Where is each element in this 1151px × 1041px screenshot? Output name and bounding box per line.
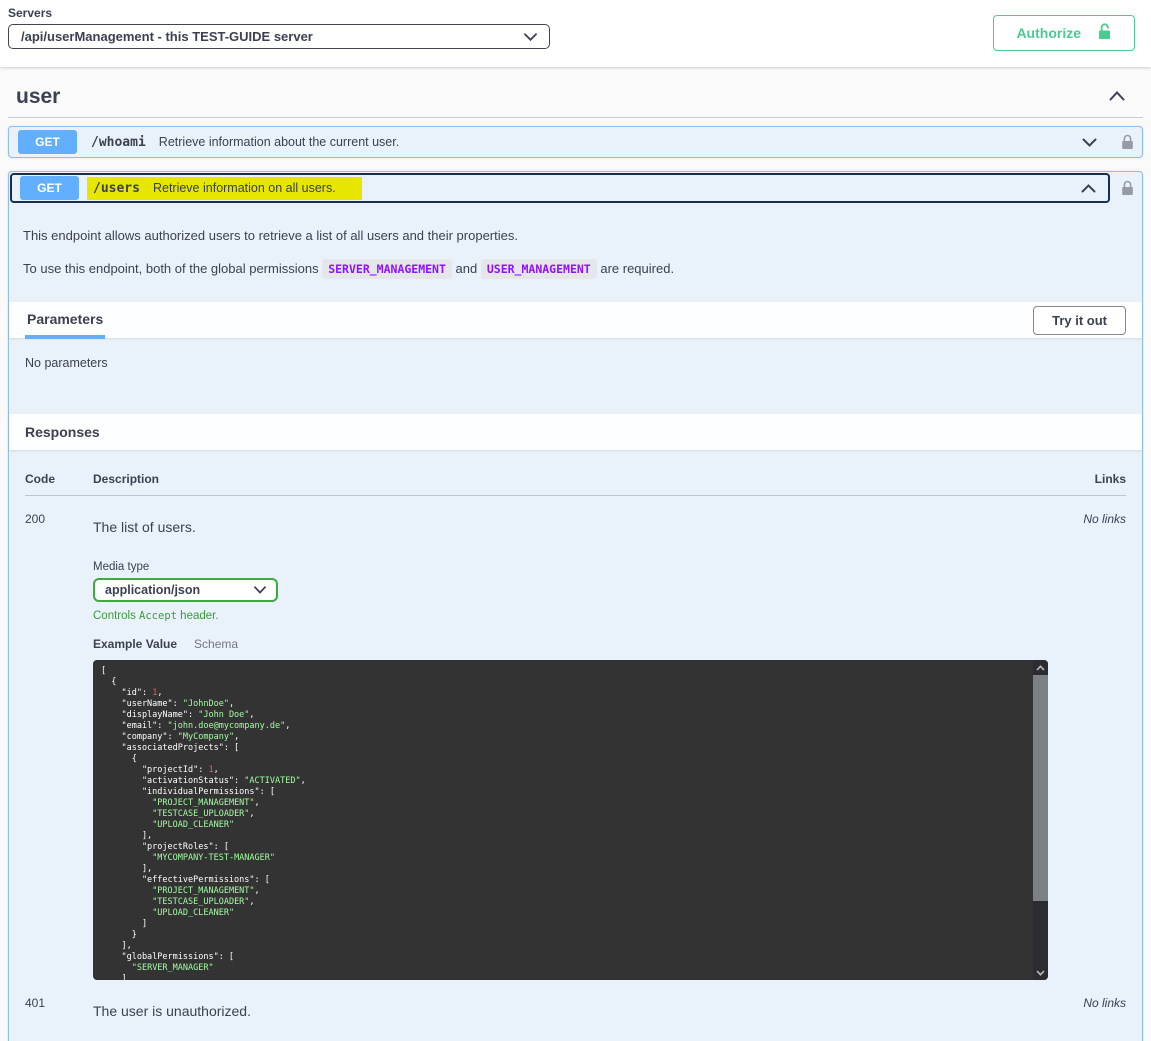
response-description: The list of users. — [93, 519, 1048, 535]
lock-icon[interactable] — [1111, 134, 1142, 150]
tag-section-user: user GET /whoami Retrieve information ab… — [8, 67, 1143, 1041]
endpoint-summary-whoami[interactable]: GET /whoami Retrieve information about t… — [9, 127, 1111, 157]
chevron-down-icon[interactable] — [1076, 138, 1103, 147]
method-badge-get: GET — [18, 130, 77, 154]
response-row-200: 200 The list of users. Media type applic… — [25, 496, 1126, 980]
permission-code-server-management: SERVER_MANAGEMENT — [322, 259, 452, 279]
col-header-code: Code — [25, 472, 93, 496]
endpoint-summary-text: Retrieve information on all users. — [153, 181, 336, 195]
servers-select[interactable]: /api/userManagement - this TEST-GUIDE se… — [8, 24, 550, 49]
try-it-out-button[interactable]: Try it out — [1033, 306, 1126, 335]
col-header-links: Links — [1048, 472, 1126, 496]
controls-suffix: header. — [180, 610, 218, 622]
servers-selected-value: /api/userManagement - this TEST-GUIDE se… — [21, 29, 313, 44]
chevron-down-icon — [254, 583, 266, 597]
media-type-label: Media type — [93, 561, 1048, 573]
opblock-body: This endpoint allows authorized users to… — [9, 204, 1142, 1041]
response-row-401: 401 The user is unauthorized. No links — [25, 980, 1126, 1019]
response-description-cell: The user is unauthorized. — [93, 980, 1048, 1019]
responses-header: Responses — [9, 414, 1142, 450]
endpoint-summary-text: Retrieve information about the current u… — [159, 135, 399, 149]
response-code: 200 — [25, 496, 93, 980]
summary-row: GET /whoami Retrieve information about t… — [9, 127, 1142, 157]
scheme-container: Servers /api/userManagement - this TEST-… — [0, 0, 1151, 67]
responses-title: Responses — [25, 414, 100, 450]
tag-header-user[interactable]: user — [8, 67, 1143, 118]
permission-code-user-management: USER_MANAGEMENT — [481, 259, 597, 279]
media-type-select[interactable]: application/json — [93, 578, 278, 602]
chevron-up-icon[interactable] — [1109, 88, 1125, 106]
example-code: [ { "id": 1, "userName": "JohnDoe", "dis… — [93, 660, 1048, 980]
controls-prefix: Controls — [93, 610, 136, 622]
authorize-label: Authorize — [1016, 25, 1081, 41]
servers-label: Servers — [8, 6, 550, 20]
tag-title: user — [16, 85, 60, 109]
opblock-get-users: GET /users Retrieve information on all u… — [8, 171, 1143, 1041]
scrollbar-thumb[interactable] — [1033, 675, 1048, 901]
unlock-icon — [1097, 23, 1112, 43]
col-header-description: Description — [93, 472, 1048, 496]
response-links: No links — [1048, 980, 1126, 1019]
tab-schema[interactable]: Schema — [194, 637, 238, 651]
permissions-note-and: and — [456, 261, 478, 276]
response-description: The user is unauthorized. — [93, 1003, 1048, 1019]
permissions-note: To use this endpoint, both of the global… — [23, 259, 1126, 279]
parameters-header: Parameters Try it out — [9, 302, 1142, 338]
tab-parameters[interactable]: Parameters — [25, 302, 105, 339]
controls-code: Accept — [139, 610, 177, 622]
endpoint-path: /whoami — [91, 135, 146, 150]
media-type-selected-value: application/json — [105, 583, 200, 597]
swagger-ui-page: Servers /api/userManagement - this TEST-… — [0, 0, 1151, 1041]
code-scrollbar[interactable] — [1033, 660, 1048, 980]
tab-example-value[interactable]: Example Value — [93, 637, 177, 651]
scroll-down-arrow-icon[interactable] — [1033, 965, 1048, 980]
model-example-tabs: Example Value Schema — [93, 637, 1048, 651]
scroll-up-arrow-icon[interactable] — [1033, 660, 1048, 675]
servers-block: Servers /api/userManagement - this TEST-… — [8, 6, 550, 49]
endpoint-path: /users — [93, 181, 140, 196]
endpoint-description-block: This endpoint allows authorized users to… — [9, 204, 1142, 302]
no-parameters-text: No parameters — [9, 338, 1142, 414]
permissions-note-suffix: are required. — [600, 261, 674, 276]
response-links: No links — [1048, 496, 1126, 980]
summary-row: GET /users Retrieve information on all u… — [9, 172, 1142, 204]
chevron-down-icon — [524, 29, 537, 44]
responses-table-header: Code Description Links — [25, 472, 1126, 496]
lock-icon[interactable] — [1111, 180, 1142, 196]
permissions-note-prefix: To use this endpoint, both of the global… — [23, 261, 319, 276]
responses-table: Code Description Links 200 The list of u… — [9, 450, 1142, 1039]
response-code: 401 — [25, 980, 93, 1019]
search-highlight: /users Retrieve information on all users… — [87, 177, 362, 200]
method-badge-get: GET — [20, 176, 79, 200]
response-description-cell: The list of users. Media type applicatio… — [93, 496, 1048, 980]
authorize-button[interactable]: Authorize — [993, 15, 1135, 51]
example-code-block[interactable]: [ { "id": 1, "userName": "JohnDoe", "dis… — [93, 660, 1048, 980]
chevron-up-icon[interactable] — [1075, 184, 1102, 193]
endpoint-summary-users[interactable]: GET /users Retrieve information on all u… — [10, 173, 1110, 203]
opblock-get-whoami: GET /whoami Retrieve information about t… — [8, 126, 1143, 158]
controls-accept-note: Controls Accept header. — [93, 610, 1048, 622]
endpoint-long-description: This endpoint allows authorized users to… — [23, 226, 1126, 246]
